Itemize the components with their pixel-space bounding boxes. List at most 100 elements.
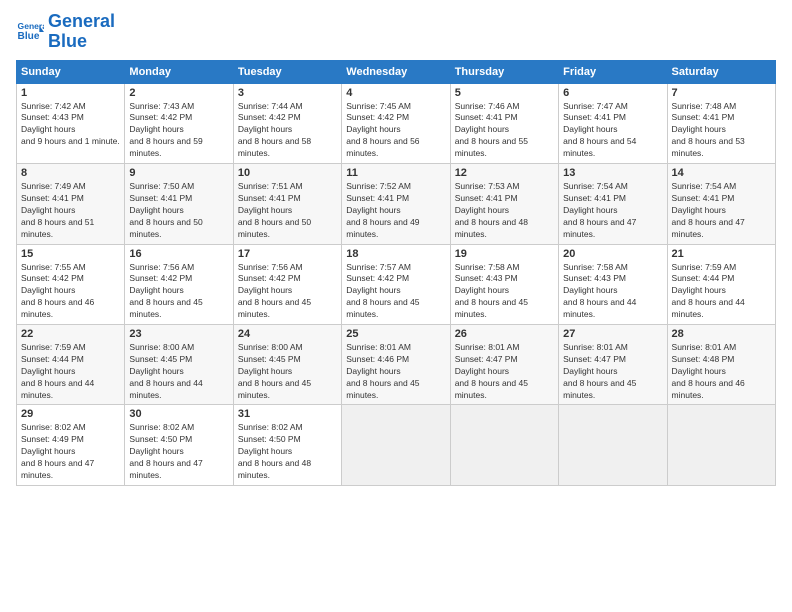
day-number: 17 bbox=[238, 248, 337, 260]
day-info: Sunrise: 8:02 AM Sunset: 4:49 PM Dayligh… bbox=[21, 422, 120, 481]
day-info: Sunrise: 7:44 AM Sunset: 4:42 PM Dayligh… bbox=[238, 101, 337, 160]
day-cell: 20 Sunrise: 7:58 AM Sunset: 4:43 PM Dayl… bbox=[559, 244, 667, 324]
day-cell: 24 Sunrise: 8:00 AM Sunset: 4:45 PM Dayl… bbox=[233, 324, 341, 404]
day-cell: 3 Sunrise: 7:44 AM Sunset: 4:42 PM Dayli… bbox=[233, 83, 341, 163]
col-header-sunday: Sunday bbox=[17, 60, 125, 83]
day-cell: 4 Sunrise: 7:45 AM Sunset: 4:42 PM Dayli… bbox=[342, 83, 450, 163]
day-info: Sunrise: 7:56 AM Sunset: 4:42 PM Dayligh… bbox=[238, 262, 337, 321]
day-cell: 29 Sunrise: 8:02 AM Sunset: 4:49 PM Dayl… bbox=[17, 405, 125, 485]
day-number: 1 bbox=[21, 87, 120, 99]
day-info: Sunrise: 7:53 AM Sunset: 4:41 PM Dayligh… bbox=[455, 181, 554, 240]
week-row-3: 15 Sunrise: 7:55 AM Sunset: 4:42 PM Dayl… bbox=[17, 244, 776, 324]
day-cell: 16 Sunrise: 7:56 AM Sunset: 4:42 PM Dayl… bbox=[125, 244, 233, 324]
day-info: Sunrise: 7:42 AM Sunset: 4:43 PM Dayligh… bbox=[21, 101, 120, 149]
day-number: 14 bbox=[672, 167, 771, 179]
day-cell: 18 Sunrise: 7:57 AM Sunset: 4:42 PM Dayl… bbox=[342, 244, 450, 324]
day-cell: 13 Sunrise: 7:54 AM Sunset: 4:41 PM Dayl… bbox=[559, 164, 667, 244]
day-info: Sunrise: 7:52 AM Sunset: 4:41 PM Dayligh… bbox=[346, 181, 445, 240]
day-cell bbox=[667, 405, 775, 485]
day-cell: 14 Sunrise: 7:54 AM Sunset: 4:41 PM Dayl… bbox=[667, 164, 775, 244]
day-cell: 10 Sunrise: 7:51 AM Sunset: 4:41 PM Dayl… bbox=[233, 164, 341, 244]
col-header-thursday: Thursday bbox=[450, 60, 558, 83]
day-number: 27 bbox=[563, 328, 662, 340]
day-number: 5 bbox=[455, 87, 554, 99]
day-number: 3 bbox=[238, 87, 337, 99]
col-header-monday: Monday bbox=[125, 60, 233, 83]
day-number: 6 bbox=[563, 87, 662, 99]
day-cell: 23 Sunrise: 8:00 AM Sunset: 4:45 PM Dayl… bbox=[125, 324, 233, 404]
day-info: Sunrise: 8:01 AM Sunset: 4:47 PM Dayligh… bbox=[455, 342, 554, 401]
day-number: 26 bbox=[455, 328, 554, 340]
day-number: 24 bbox=[238, 328, 337, 340]
header: General Blue General Blue bbox=[16, 12, 776, 52]
day-info: Sunrise: 8:02 AM Sunset: 4:50 PM Dayligh… bbox=[238, 422, 337, 481]
day-number: 4 bbox=[346, 87, 445, 99]
day-cell: 26 Sunrise: 8:01 AM Sunset: 4:47 PM Dayl… bbox=[450, 324, 558, 404]
day-cell: 27 Sunrise: 8:01 AM Sunset: 4:47 PM Dayl… bbox=[559, 324, 667, 404]
day-info: Sunrise: 7:56 AM Sunset: 4:42 PM Dayligh… bbox=[129, 262, 228, 321]
day-cell: 25 Sunrise: 8:01 AM Sunset: 4:46 PM Dayl… bbox=[342, 324, 450, 404]
day-cell bbox=[342, 405, 450, 485]
day-number: 21 bbox=[672, 248, 771, 260]
day-cell: 2 Sunrise: 7:43 AM Sunset: 4:42 PM Dayli… bbox=[125, 83, 233, 163]
day-cell: 30 Sunrise: 8:02 AM Sunset: 4:50 PM Dayl… bbox=[125, 405, 233, 485]
col-header-wednesday: Wednesday bbox=[342, 60, 450, 83]
week-row-1: 1 Sunrise: 7:42 AM Sunset: 4:43 PM Dayli… bbox=[17, 83, 776, 163]
day-cell bbox=[450, 405, 558, 485]
day-info: Sunrise: 8:00 AM Sunset: 4:45 PM Dayligh… bbox=[238, 342, 337, 401]
day-number: 20 bbox=[563, 248, 662, 260]
day-number: 28 bbox=[672, 328, 771, 340]
day-cell: 21 Sunrise: 7:59 AM Sunset: 4:44 PM Dayl… bbox=[667, 244, 775, 324]
day-number: 10 bbox=[238, 167, 337, 179]
calendar-page: General Blue General Blue SundayMondayTu… bbox=[0, 0, 792, 612]
day-info: Sunrise: 8:01 AM Sunset: 4:48 PM Dayligh… bbox=[672, 342, 771, 401]
logo: General Blue General Blue bbox=[16, 12, 115, 52]
day-info: Sunrise: 7:46 AM Sunset: 4:41 PM Dayligh… bbox=[455, 101, 554, 160]
day-cell: 6 Sunrise: 7:47 AM Sunset: 4:41 PM Dayli… bbox=[559, 83, 667, 163]
day-info: Sunrise: 7:54 AM Sunset: 4:41 PM Dayligh… bbox=[563, 181, 662, 240]
col-header-tuesday: Tuesday bbox=[233, 60, 341, 83]
day-info: Sunrise: 7:45 AM Sunset: 4:42 PM Dayligh… bbox=[346, 101, 445, 160]
day-number: 23 bbox=[129, 328, 228, 340]
col-header-saturday: Saturday bbox=[667, 60, 775, 83]
day-cell: 11 Sunrise: 7:52 AM Sunset: 4:41 PM Dayl… bbox=[342, 164, 450, 244]
day-info: Sunrise: 7:50 AM Sunset: 4:41 PM Dayligh… bbox=[129, 181, 228, 240]
day-number: 9 bbox=[129, 167, 228, 179]
day-number: 25 bbox=[346, 328, 445, 340]
day-number: 2 bbox=[129, 87, 228, 99]
day-number: 29 bbox=[21, 408, 120, 420]
day-number: 16 bbox=[129, 248, 228, 260]
day-info: Sunrise: 7:55 AM Sunset: 4:42 PM Dayligh… bbox=[21, 262, 120, 321]
day-info: Sunrise: 8:00 AM Sunset: 4:45 PM Dayligh… bbox=[129, 342, 228, 401]
day-info: Sunrise: 7:43 AM Sunset: 4:42 PM Dayligh… bbox=[129, 101, 228, 160]
day-cell bbox=[559, 405, 667, 485]
calendar-table: SundayMondayTuesdayWednesdayThursdayFrid… bbox=[16, 60, 776, 486]
day-cell: 5 Sunrise: 7:46 AM Sunset: 4:41 PM Dayli… bbox=[450, 83, 558, 163]
logo-icon: General Blue bbox=[16, 18, 44, 46]
logo-label: General Blue bbox=[48, 12, 115, 52]
day-number: 31 bbox=[238, 408, 337, 420]
col-header-friday: Friday bbox=[559, 60, 667, 83]
day-info: Sunrise: 7:48 AM Sunset: 4:41 PM Dayligh… bbox=[672, 101, 771, 160]
day-number: 8 bbox=[21, 167, 120, 179]
day-cell: 9 Sunrise: 7:50 AM Sunset: 4:41 PM Dayli… bbox=[125, 164, 233, 244]
day-info: Sunrise: 8:01 AM Sunset: 4:47 PM Dayligh… bbox=[563, 342, 662, 401]
day-info: Sunrise: 7:59 AM Sunset: 4:44 PM Dayligh… bbox=[672, 262, 771, 321]
day-number: 30 bbox=[129, 408, 228, 420]
day-cell: 15 Sunrise: 7:55 AM Sunset: 4:42 PM Dayl… bbox=[17, 244, 125, 324]
week-row-4: 22 Sunrise: 7:59 AM Sunset: 4:44 PM Dayl… bbox=[17, 324, 776, 404]
day-number: 7 bbox=[672, 87, 771, 99]
day-number: 13 bbox=[563, 167, 662, 179]
day-number: 11 bbox=[346, 167, 445, 179]
day-info: Sunrise: 7:49 AM Sunset: 4:41 PM Dayligh… bbox=[21, 181, 120, 240]
day-info: Sunrise: 7:57 AM Sunset: 4:42 PM Dayligh… bbox=[346, 262, 445, 321]
day-info: Sunrise: 8:02 AM Sunset: 4:50 PM Dayligh… bbox=[129, 422, 228, 481]
day-cell: 19 Sunrise: 7:58 AM Sunset: 4:43 PM Dayl… bbox=[450, 244, 558, 324]
day-info: Sunrise: 8:01 AM Sunset: 4:46 PM Dayligh… bbox=[346, 342, 445, 401]
day-info: Sunrise: 7:58 AM Sunset: 4:43 PM Dayligh… bbox=[455, 262, 554, 321]
day-cell: 8 Sunrise: 7:49 AM Sunset: 4:41 PM Dayli… bbox=[17, 164, 125, 244]
week-row-2: 8 Sunrise: 7:49 AM Sunset: 4:41 PM Dayli… bbox=[17, 164, 776, 244]
week-row-5: 29 Sunrise: 8:02 AM Sunset: 4:49 PM Dayl… bbox=[17, 405, 776, 485]
day-number: 19 bbox=[455, 248, 554, 260]
day-info: Sunrise: 7:58 AM Sunset: 4:43 PM Dayligh… bbox=[563, 262, 662, 321]
